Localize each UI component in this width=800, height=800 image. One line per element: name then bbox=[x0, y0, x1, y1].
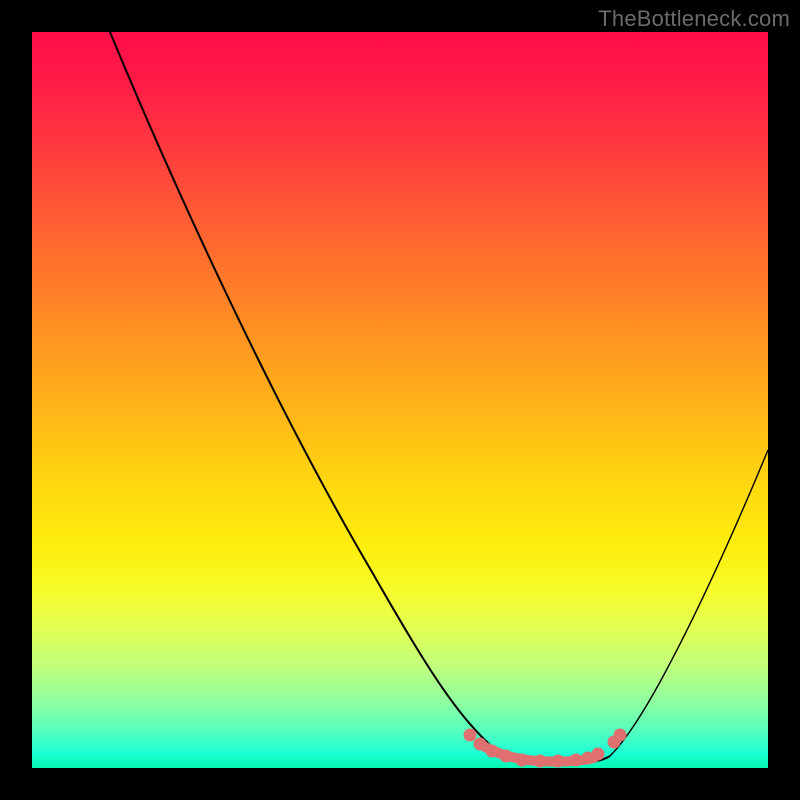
curve-left bbox=[110, 32, 504, 756]
marker-dot bbox=[614, 729, 627, 742]
marker-dot bbox=[592, 748, 605, 761]
marker-group bbox=[464, 729, 627, 768]
marker-dot bbox=[552, 755, 565, 768]
curve-right bbox=[610, 450, 768, 756]
marker-dot bbox=[500, 750, 513, 763]
marker-dot bbox=[474, 738, 487, 751]
marker-dot bbox=[516, 754, 529, 767]
chart-frame: TheBottleneck.com bbox=[0, 0, 800, 800]
marker-dot bbox=[534, 755, 547, 768]
marker-dot bbox=[464, 729, 477, 742]
watermark-text: TheBottleneck.com bbox=[598, 6, 790, 32]
marker-dot bbox=[486, 745, 499, 758]
plot-svg bbox=[32, 32, 768, 768]
marker-dot bbox=[570, 754, 583, 767]
